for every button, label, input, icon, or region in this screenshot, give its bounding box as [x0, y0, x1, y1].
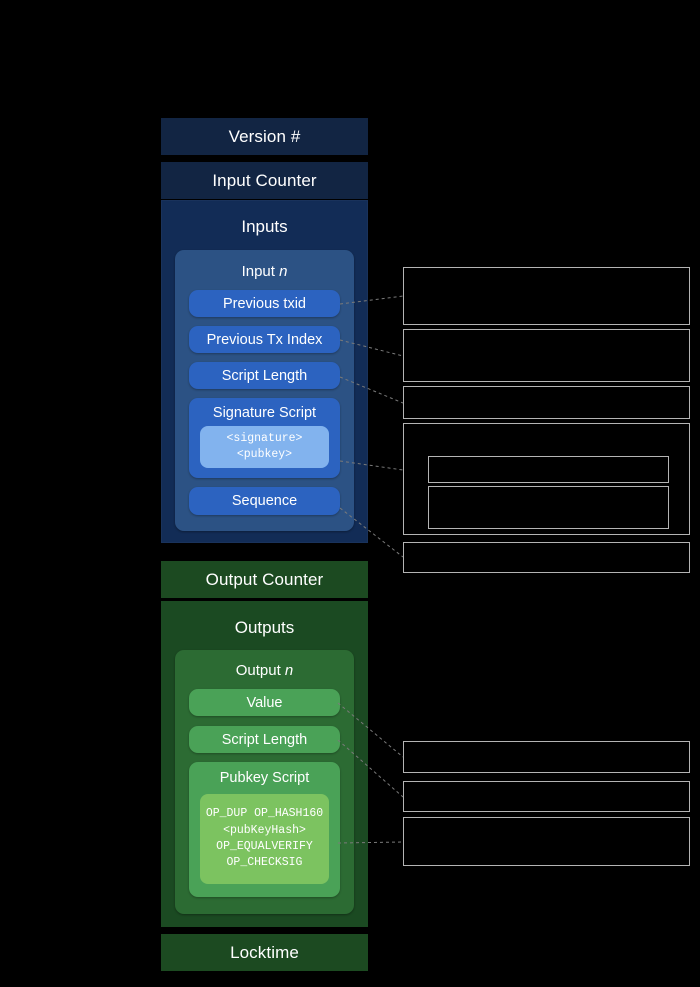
output-counter-label: Output Counter: [205, 569, 324, 589]
note-box-sequence[interactable]: [403, 542, 690, 573]
input-field-sequence[interactable]: Sequence: [189, 487, 340, 515]
note-box-value[interactable]: [403, 741, 690, 773]
signature-script-title: Signature Script: [212, 405, 317, 421]
input-n-title: Input n: [241, 263, 288, 280]
note-box-previous-txid[interactable]: [403, 267, 690, 325]
note-box-previous-tx-index[interactable]: [403, 329, 690, 382]
input-n-index: n: [279, 263, 288, 280]
output-field-value[interactable]: Value: [189, 689, 340, 716]
output-n-index: n: [284, 662, 294, 679]
inputs-section-title: Inputs: [241, 217, 288, 236]
input-n-panel: Input n Previous txid Previous Tx Index …: [175, 250, 354, 531]
note-box-signature-script[interactable]: [403, 423, 690, 535]
input-field-script-length[interactable]: Script Length: [189, 362, 340, 389]
input-field-previous-tx-index[interactable]: Previous Tx Index: [189, 326, 340, 353]
version-bar: Version #: [161, 118, 368, 155]
pubkey-script-code: OP_DUP OP_HASH160 <pubKeyHash> OP_EQUALV…: [200, 794, 329, 884]
output-n-panel: Output n Value Script Length Pubkey Scri…: [175, 650, 354, 914]
output-counter-bar: Output Counter: [161, 561, 368, 598]
locktime-bar: Locktime: [161, 934, 368, 971]
pubkey-script-box[interactable]: Pubkey Script OP_DUP OP_HASH160 <pubKeyH…: [189, 762, 340, 897]
outputs-section-title: Outputs: [234, 618, 295, 637]
note-box-output-script-length[interactable]: [403, 781, 690, 812]
output-n-title: Output n: [235, 662, 294, 679]
diagram-canvas: Version # Input Counter Inputs Input n P…: [0, 0, 700, 987]
version-label: Version #: [228, 126, 301, 146]
inputs-section: Inputs Input n Previous txid Previous Tx…: [161, 200, 368, 543]
note-box-signature-nested-1[interactable]: [428, 456, 669, 483]
outputs-section: Outputs Output n Value Script Length Pub…: [161, 601, 368, 927]
pubkey-script-title: Pubkey Script: [219, 770, 310, 786]
input-counter-label: Input Counter: [212, 170, 317, 190]
locktime-label: Locktime: [230, 942, 299, 962]
signature-script-code: <signature> <pubkey>: [200, 426, 329, 468]
note-box-script-length[interactable]: [403, 386, 690, 419]
signature-script-box[interactable]: Signature Script <signature> <pubkey>: [189, 398, 340, 478]
input-field-previous-txid[interactable]: Previous txid: [189, 290, 340, 317]
note-box-signature-nested-2[interactable]: [428, 486, 669, 529]
output-field-script-length[interactable]: Script Length: [189, 726, 340, 753]
note-box-pubkey-script[interactable]: [403, 817, 690, 866]
input-counter-bar: Input Counter: [161, 162, 368, 199]
